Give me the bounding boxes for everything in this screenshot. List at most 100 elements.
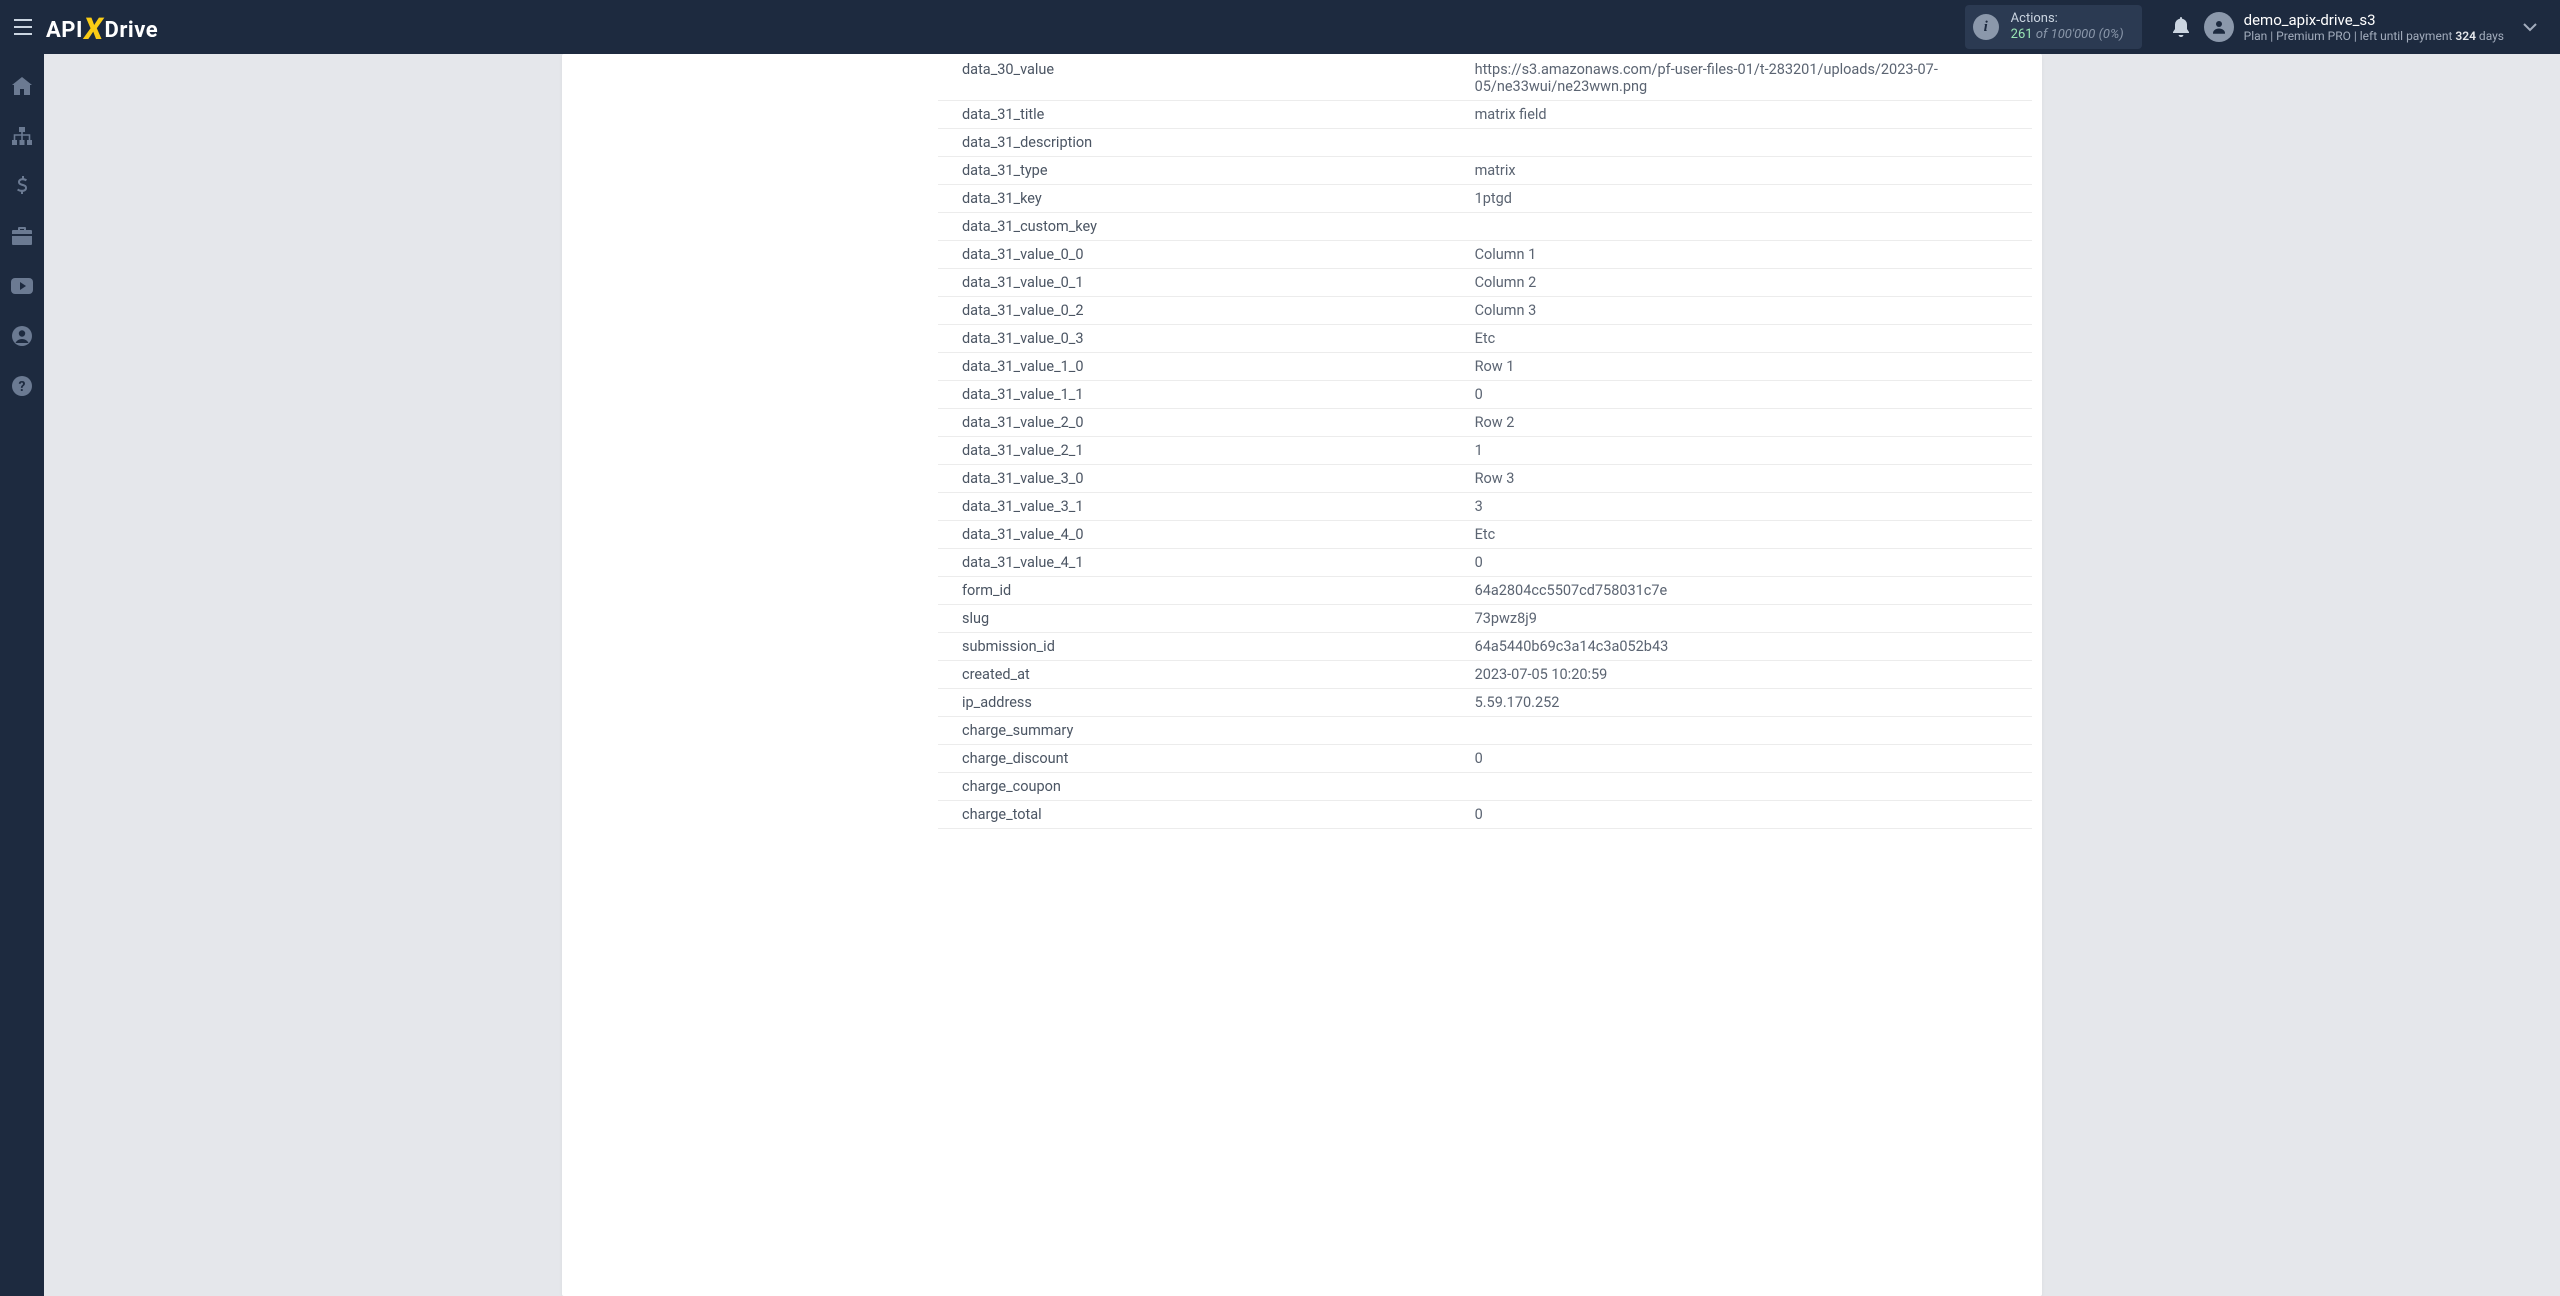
row-value: 1 [1469, 437, 2032, 465]
table-row: charge_coupon [938, 773, 2032, 801]
table-row: data_31_value_3_0Row 3 [938, 465, 2032, 493]
menu-toggle[interactable] [8, 12, 38, 42]
user-name: demo_apix-drive_s3 [2244, 11, 2504, 29]
topbar: API X Drive i Actions: 261 of 100'000 (0… [0, 0, 2560, 54]
row-value: 3 [1469, 493, 2032, 521]
sidebar-item-help[interactable]: ? [4, 372, 40, 400]
row-key: data_31_type [938, 157, 1469, 185]
row-key: charge_total [938, 801, 1469, 829]
logo-x-icon: X [81, 12, 106, 47]
row-key: data_31_description [938, 129, 1469, 157]
row-key: data_31_custom_key [938, 213, 1469, 241]
user-menu[interactable]: demo_apix-drive_s3 Plan | Premium PRO | … [2244, 11, 2504, 43]
row-key: data_31_key [938, 185, 1469, 213]
row-value: https://s3.amazonaws.com/pf-user-files-0… [1469, 56, 2032, 101]
table-row: data_31_value_4_10 [938, 549, 2032, 577]
sidebar-item-connections[interactable] [4, 122, 40, 150]
table-row: data_31_value_0_0Column 1 [938, 241, 2032, 269]
actions-pct: (0%) [2099, 27, 2124, 42]
table-row: created_at2023-07-05 10:20:59 [938, 661, 2032, 689]
actions-count: 261 [2011, 27, 2033, 42]
logo-suffix: Drive [105, 18, 159, 43]
row-key: created_at [938, 661, 1469, 689]
hamburger-icon [13, 19, 33, 35]
table-row: charge_discount0 [938, 745, 2032, 773]
logo[interactable]: API X Drive [46, 10, 158, 45]
row-key: charge_summary [938, 717, 1469, 745]
row-key: data_31_value_0_2 [938, 297, 1469, 325]
table-row: data_31_value_1_0Row 1 [938, 353, 2032, 381]
actions-total: 100'000 [2051, 27, 2096, 42]
notifications-button[interactable] [2164, 10, 2198, 44]
row-value [1469, 129, 2032, 157]
data-table: data_30_valuehttps://s3.amazonaws.com/pf… [938, 56, 2032, 829]
sidebar-item-billing[interactable] [4, 172, 40, 200]
row-value: Column 1 [1469, 241, 2032, 269]
svg-text:?: ? [19, 379, 26, 395]
row-value: Etc [1469, 521, 2032, 549]
row-value: 0 [1469, 381, 2032, 409]
row-value: Row 1 [1469, 353, 2032, 381]
row-value [1469, 213, 2032, 241]
chevron-down-icon [2523, 22, 2537, 32]
card-right-panel: data_30_valuehttps://s3.amazonaws.com/pf… [938, 54, 2042, 1296]
briefcase-icon [12, 227, 32, 245]
row-key: data_31_value_0_1 [938, 269, 1469, 297]
bell-icon [2172, 17, 2190, 37]
actions-of: of [2036, 27, 2048, 42]
table-row: data_31_value_2_11 [938, 437, 2032, 465]
row-value: 5.59.170.252 [1469, 689, 2032, 717]
table-row: data_30_valuehttps://s3.amazonaws.com/pf… [938, 56, 2032, 101]
user-icon [2210, 18, 2228, 36]
table-row: slug73pwz8j9 [938, 605, 2032, 633]
table-row: data_31_key1ptgd [938, 185, 2032, 213]
table-row: submission_id64a5440b69c3a14c3a052b43 [938, 633, 2032, 661]
sidebar-item-account[interactable] [4, 322, 40, 350]
row-key: data_31_value_3_0 [938, 465, 1469, 493]
avatar [2204, 12, 2234, 42]
row-value: 0 [1469, 549, 2032, 577]
table-row: data_31_value_3_13 [938, 493, 2032, 521]
table-row: charge_summary [938, 717, 2032, 745]
content-card: data_30_valuehttps://s3.amazonaws.com/pf… [562, 54, 2042, 1296]
row-key: data_31_value_4_0 [938, 521, 1469, 549]
row-key: slug [938, 605, 1469, 633]
row-value: Row 3 [1469, 465, 2032, 493]
actions-text: Actions: 261 of 100'000 (0%) [2011, 11, 2124, 44]
sidebar-item-integrations[interactable] [4, 222, 40, 250]
sidebar-item-videos[interactable] [4, 272, 40, 300]
row-key: form_id [938, 577, 1469, 605]
row-value: 73pwz8j9 [1469, 605, 2032, 633]
table-row: data_31_value_1_10 [938, 381, 2032, 409]
info-icon: i [1973, 14, 1999, 40]
row-key: charge_discount [938, 745, 1469, 773]
table-row: data_31_typematrix [938, 157, 2032, 185]
home-icon [12, 77, 32, 95]
row-value: Column 3 [1469, 297, 2032, 325]
table-row: data_31_value_2_0Row 2 [938, 409, 2032, 437]
row-key: data_31_value_0_3 [938, 325, 1469, 353]
actions-label: Actions: [2011, 11, 2124, 27]
actions-counter[interactable]: i Actions: 261 of 100'000 (0%) [1965, 5, 2142, 50]
youtube-icon [11, 278, 33, 294]
user-menu-chevron[interactable] [2518, 22, 2542, 32]
row-value [1469, 717, 2032, 745]
row-key: data_30_value [938, 56, 1469, 101]
sidebar-item-home[interactable] [4, 72, 40, 100]
row-key: data_31_value_4_1 [938, 549, 1469, 577]
table-row: ip_address5.59.170.252 [938, 689, 2032, 717]
row-value: 0 [1469, 801, 2032, 829]
sitemap-icon [12, 127, 32, 145]
row-key: data_31_value_0_0 [938, 241, 1469, 269]
help-icon: ? [12, 376, 32, 396]
user-plan: Plan | Premium PRO | left until payment … [2244, 29, 2504, 43]
row-key: data_31_value_3_1 [938, 493, 1469, 521]
row-value: Etc [1469, 325, 2032, 353]
page-scroll[interactable]: data_30_valuehttps://s3.amazonaws.com/pf… [44, 54, 2560, 1296]
table-row: form_id64a2804cc5507cd758031c7e [938, 577, 2032, 605]
table-row: data_31_value_4_0Etc [938, 521, 2032, 549]
row-value: 2023-07-05 10:20:59 [1469, 661, 2032, 689]
row-value: 1ptgd [1469, 185, 2032, 213]
row-key: data_31_value_1_1 [938, 381, 1469, 409]
table-row: data_31_description [938, 129, 2032, 157]
